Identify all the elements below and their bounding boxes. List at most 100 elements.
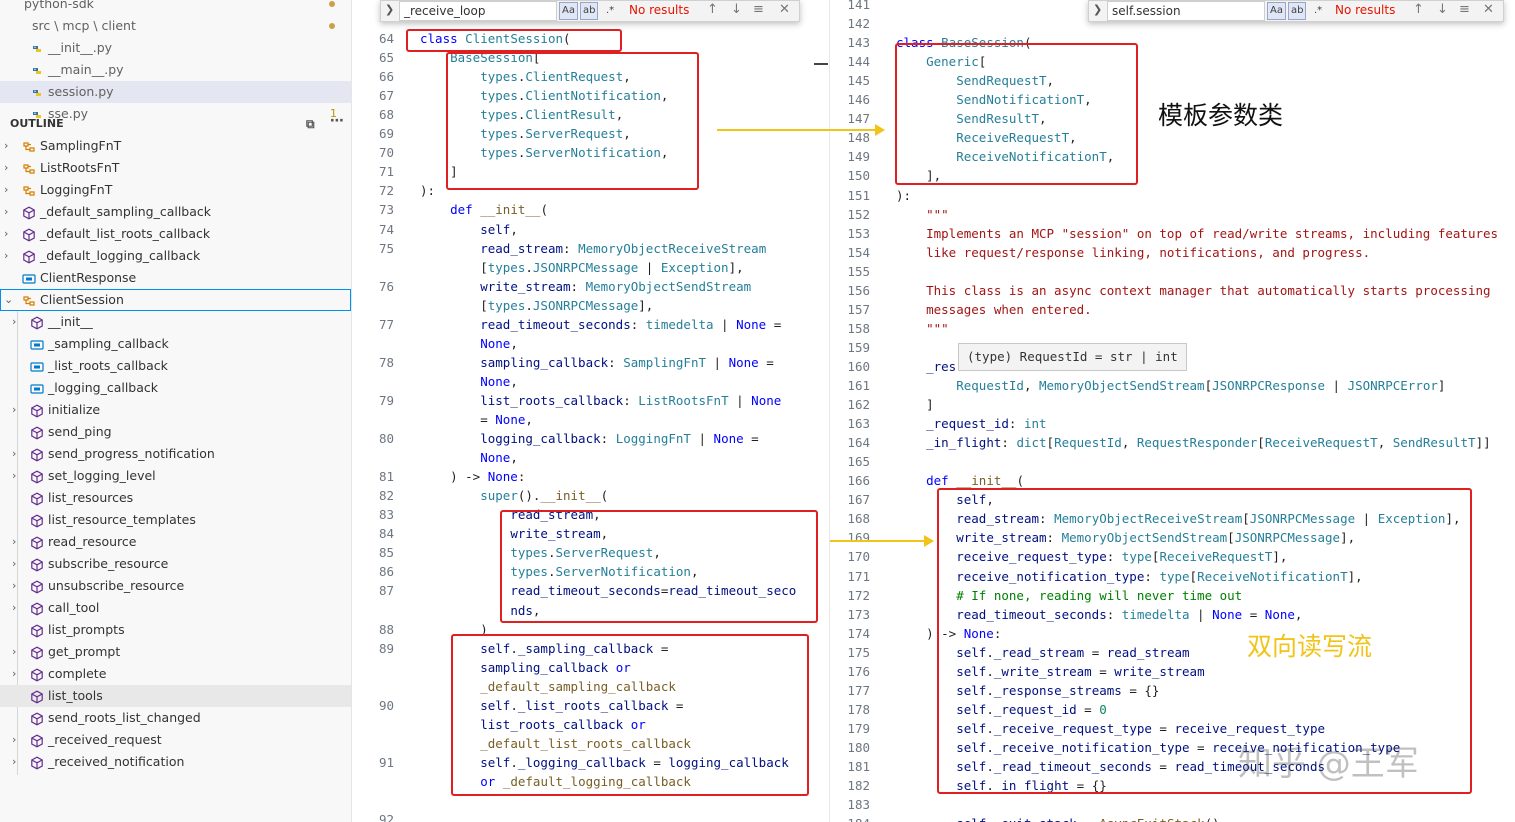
outline-item[interactable]: _list_roots_callback — [0, 355, 351, 377]
outline-item[interactable]: › get_prompt — [0, 641, 351, 663]
line-number: 150 — [847, 168, 870, 184]
outline-item-label: list_tools — [48, 688, 103, 703]
line-number: 175 — [847, 644, 870, 660]
chevron-right-icon[interactable]: › — [12, 575, 16, 597]
next-match-icon[interactable]: ↓ — [731, 1, 742, 19]
line-number: 171 — [847, 568, 870, 584]
method-icon — [30, 447, 44, 462]
modified-dot-icon — [329, 23, 335, 29]
outline-item[interactable]: _sampling_callback — [0, 333, 351, 355]
variable-icon — [30, 381, 44, 395]
previous-match-icon[interactable]: ↑ — [1413, 1, 1424, 19]
regex-toggle[interactable]: .* — [1311, 2, 1325, 20]
chevron-right-icon[interactable]: › — [12, 311, 16, 333]
outline-item[interactable]: ClientResponse — [0, 267, 351, 289]
line-number: 181 — [847, 759, 870, 774]
previous-match-icon[interactable]: ↑ — [707, 1, 718, 19]
explorer-item[interactable]: src \ mcp \ client — [0, 15, 351, 37]
outline-item-label: _default_logging_callback — [40, 248, 201, 263]
chevron-right-icon[interactable]: › — [4, 223, 8, 245]
toggle-replace-icon[interactable]: ❯ — [385, 3, 394, 16]
toggle-replace-icon[interactable]: ❯ — [1093, 3, 1102, 16]
chevron-down-icon[interactable]: ⌄ — [4, 289, 13, 311]
find-input[interactable]: self.session — [1107, 1, 1265, 21]
outline-item[interactable]: › unsubscribe_resource — [0, 575, 351, 597]
chevron-right-icon[interactable]: › — [12, 465, 16, 487]
chevron-right-icon[interactable]: › — [12, 531, 16, 553]
close-find-icon[interactable]: ✕ — [1483, 1, 1494, 19]
collapse-all-icon[interactable]: ⧉ — [306, 113, 315, 135]
find-input[interactable]: _receive_loop — [399, 1, 557, 21]
chevron-right-icon[interactable]: › — [12, 597, 16, 619]
chevron-right-icon[interactable]: › — [4, 157, 8, 179]
chevron-right-icon[interactable]: › — [12, 641, 16, 663]
explorer-item[interactable]: session.py — [0, 81, 351, 103]
chevron-right-icon[interactable]: › — [4, 135, 8, 157]
line-number: 66 — [378, 69, 394, 85]
outline-item[interactable]: › initialize — [0, 399, 351, 421]
close-find-icon[interactable]: ✕ — [779, 1, 790, 19]
chevron-right-icon[interactable]: › — [12, 553, 16, 575]
chevron-right-icon[interactable]: › — [12, 443, 16, 465]
chevron-right-icon[interactable]: › — [4, 245, 8, 267]
match-case-toggle[interactable]: Aa — [559, 2, 578, 20]
chevron-right-icon[interactable]: › — [4, 201, 8, 223]
arrow-to-streams — [830, 535, 934, 547]
outline-item[interactable]: list_resource_templates — [0, 509, 351, 531]
line-number: 73 — [378, 202, 394, 218]
regex-toggle[interactable]: .* — [603, 2, 617, 20]
outline-item[interactable]: › call_tool — [0, 597, 351, 619]
code-line: messages when entered. — [926, 301, 1092, 317]
code-line: read_stream: MemoryObjectReceiveStream — [480, 240, 767, 256]
outline-item[interactable]: › subscribe_resource — [0, 553, 351, 575]
outline-item[interactable]: list_resources — [0, 487, 351, 509]
more-actions-icon[interactable]: ⋯ — [330, 110, 344, 132]
outline-item[interactable]: › __init__ — [0, 311, 351, 333]
code-line: _res — [926, 358, 957, 374]
match-case-toggle[interactable]: Aa — [1267, 2, 1286, 20]
outline-item[interactable]: › ListRootsFnT — [0, 157, 351, 179]
find-in-selection-icon[interactable]: ≡ — [753, 1, 764, 19]
outline-item[interactable]: › send_progress_notification — [0, 443, 351, 465]
find-in-selection-icon[interactable]: ≡ — [1459, 1, 1470, 19]
line-number: 80 — [378, 431, 394, 447]
outline-item[interactable]: › _default_logging_callback — [0, 245, 351, 267]
outline-item[interactable]: send_ping — [0, 421, 351, 443]
outline-header[interactable]: OUTLINE ⧉ ⋯ — [0, 113, 351, 135]
outline-item[interactable]: list_prompts — [0, 619, 351, 641]
outline-item[interactable]: › LoggingFnT — [0, 179, 351, 201]
outline-item[interactable]: › complete — [0, 663, 351, 685]
outline-item-label: complete — [48, 666, 107, 681]
chevron-right-icon[interactable]: › — [12, 751, 16, 773]
explorer-item[interactable]: __init__.py — [0, 37, 351, 59]
explorer-item[interactable]: __main__.py — [0, 59, 351, 81]
outline-item[interactable]: › read_resource — [0, 531, 351, 553]
line-number: 91 — [378, 754, 394, 770]
outline-item[interactable]: list_tools — [0, 685, 351, 707]
outline-item[interactable]: › _received_request — [0, 729, 351, 751]
outline-item[interactable]: › SamplingFnT — [0, 135, 351, 157]
code-line: ] — [896, 397, 934, 413]
next-match-icon[interactable]: ↓ — [1437, 1, 1448, 19]
find-widget[interactable]: ❯ self.session Aa ab .* No results ↑ ↓ ≡… — [1088, 0, 1504, 22]
match-word-toggle[interactable]: ab — [580, 2, 599, 20]
outline-item[interactable]: › _default_list_roots_callback — [0, 223, 351, 245]
line-number: 82 — [378, 488, 394, 504]
chevron-right-icon[interactable]: › — [12, 399, 16, 421]
chevron-right-icon[interactable]: › — [4, 179, 8, 201]
chevron-right-icon[interactable]: › — [12, 729, 16, 751]
outline-item-label: send_roots_list_changed — [48, 710, 201, 725]
outline-item[interactable]: _logging_callback — [0, 377, 351, 399]
outline-item-label: call_tool — [48, 600, 100, 615]
outline-item[interactable]: › set_logging_level — [0, 465, 351, 487]
method-icon — [30, 645, 44, 660]
find-widget[interactable]: ❯ _receive_loop Aa ab .* No results ↑ ↓ … — [380, 0, 800, 22]
method-icon — [30, 733, 44, 748]
chevron-right-icon[interactable]: › — [12, 663, 16, 685]
outline-item[interactable]: › _default_sampling_callback — [0, 201, 351, 223]
explorer-item[interactable]: python-sdk — [0, 0, 351, 15]
outline-item[interactable]: ⌄ ClientSession — [0, 289, 351, 311]
outline-item[interactable]: send_roots_list_changed — [0, 707, 351, 729]
outline-item[interactable]: › _received_notification — [0, 751, 351, 773]
match-word-toggle[interactable]: ab — [1288, 2, 1307, 20]
